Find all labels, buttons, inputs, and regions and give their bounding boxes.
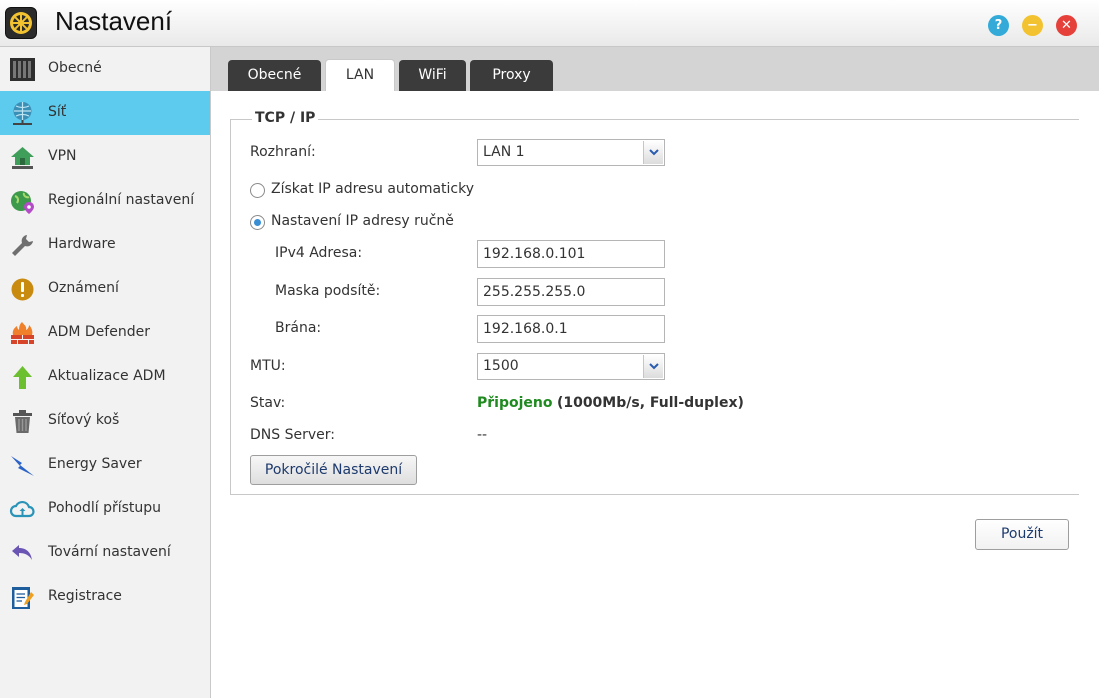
radio-manual-ip-label: Nastavení IP adresy ručně	[271, 213, 454, 229]
help-button[interactable]: ?	[988, 15, 1009, 36]
sidebar-item-label: Síťový koš	[48, 412, 120, 428]
sidebar-item-adm-defender[interactable]: ADM Defender	[0, 311, 210, 355]
chevron-down-icon	[643, 141, 663, 164]
sidebar-item-label: Aktualizace ADM	[48, 368, 166, 384]
sidebar-item-oznameni[interactable]: Oznámení	[0, 267, 210, 311]
sidebar-item-registrace[interactable]: Registrace	[0, 575, 210, 619]
interface-select-value: LAN 1	[483, 144, 525, 160]
undo-arrow-icon	[12, 545, 32, 560]
sidebar-item-regionalni-nastaveni[interactable]: Regionální nastavení	[0, 179, 210, 223]
mtu-select[interactable]: 1500	[477, 353, 665, 380]
sidebar-item-vpn[interactable]: VPN	[0, 135, 210, 179]
status-label: Stav:	[250, 395, 286, 411]
ipv4-label: IPv4 Adresa:	[275, 245, 363, 261]
wrench-icon	[12, 235, 33, 256]
clipboard-icon	[12, 587, 34, 609]
close-button[interactable]: ✕	[1056, 15, 1077, 36]
mask-input[interactable]	[477, 278, 665, 306]
cloud-icon	[9, 500, 35, 518]
status-connected: Připojeno	[477, 395, 553, 411]
minimize-button[interactable]: −	[1022, 15, 1043, 36]
server-icon	[10, 58, 35, 81]
sidebar-item-obecne[interactable]: Obecné	[0, 47, 210, 91]
mtu-label: MTU:	[250, 358, 286, 374]
advanced-settings-button[interactable]: Pokročilé Nastavení	[250, 455, 417, 485]
sidebar-item-sit[interactable]: Síť	[0, 91, 210, 135]
interface-select[interactable]: LAN 1	[477, 139, 665, 166]
firewall-icon	[11, 322, 34, 344]
sidebar-item-pohodli-pristupu[interactable]: Pohodlí přístupu	[0, 487, 210, 531]
sidebar-item-label: Obecné	[48, 60, 102, 76]
sidebar-item-sitovy-kos[interactable]: Síťový koš	[0, 399, 210, 443]
chevron-down-icon	[643, 355, 663, 378]
close-icon: ✕	[1061, 18, 1072, 33]
sidebar: Obecné Síť VPN Regionální nastavení Hard…	[0, 47, 211, 698]
alert-icon	[11, 278, 34, 301]
radio-manual-ip[interactable]	[250, 215, 265, 230]
tab-strip: Obecné LAN WiFi Proxy	[211, 47, 1099, 91]
tab-lan[interactable]: LAN	[325, 59, 395, 91]
arrow-up-icon	[13, 366, 32, 389]
status-detail: (1000Mb/s, Full-duplex)	[556, 395, 744, 411]
section-title: TCP / IP	[252, 110, 319, 126]
dns-value: --	[477, 427, 488, 443]
trash-icon	[13, 410, 32, 433]
sidebar-item-label: Energy Saver	[48, 456, 142, 472]
sidebar-item-label: Regionální nastavení	[48, 192, 195, 208]
status-value: Připojeno (1000Mb/s, Full-duplex)	[477, 395, 744, 411]
app-settings-icon	[5, 7, 37, 39]
ipv4-input[interactable]	[477, 240, 665, 268]
title-bar: Nastavení ? − ✕	[0, 0, 1099, 47]
sidebar-item-aktualizace-adm[interactable]: Aktualizace ADM	[0, 355, 210, 399]
apply-button[interactable]: Použít	[975, 519, 1069, 550]
gateway-input[interactable]	[477, 315, 665, 343]
globe-pin-icon	[11, 191, 34, 214]
dns-label: DNS Server:	[250, 427, 335, 443]
sidebar-item-label: Pohodlí přístupu	[48, 500, 162, 516]
window-title: Nastavení	[55, 6, 173, 36]
radio-auto-ip-label: Získat IP adresu automaticky	[271, 181, 475, 197]
tab-wifi[interactable]: WiFi	[399, 60, 466, 91]
vpn-house-icon	[11, 147, 34, 169]
minimize-icon: −	[1027, 18, 1038, 33]
interface-label: Rozhraní:	[250, 144, 316, 160]
globe-network-icon	[13, 102, 32, 125]
sidebar-item-energy-saver[interactable]: Energy Saver	[0, 443, 210, 487]
lightning-icon	[11, 456, 34, 476]
tab-obecne[interactable]: Obecné	[228, 60, 321, 91]
sidebar-item-label: ADM Defender	[48, 324, 150, 340]
help-icon: ?	[994, 18, 1003, 33]
tcpip-fieldset	[230, 119, 1079, 495]
sidebar-item-label: Síť	[48, 104, 67, 120]
mtu-select-value: 1500	[483, 358, 519, 374]
mask-label: Maska podsítě:	[275, 283, 381, 299]
sidebar-item-tovarni-nastaveni[interactable]: Tovární nastavení	[0, 531, 210, 575]
radio-auto-ip[interactable]	[250, 183, 265, 198]
sidebar-item-label: Oznámení	[48, 280, 119, 296]
sidebar-item-hardware[interactable]: Hardware	[0, 223, 210, 267]
sidebar-item-label: Tovární nastavení	[48, 544, 171, 560]
sidebar-item-label: Hardware	[48, 236, 116, 252]
sidebar-item-label: Registrace	[48, 588, 122, 604]
sidebar-item-label: VPN	[48, 148, 77, 164]
tab-proxy[interactable]: Proxy	[470, 60, 553, 91]
gateway-label: Brána:	[275, 320, 322, 336]
